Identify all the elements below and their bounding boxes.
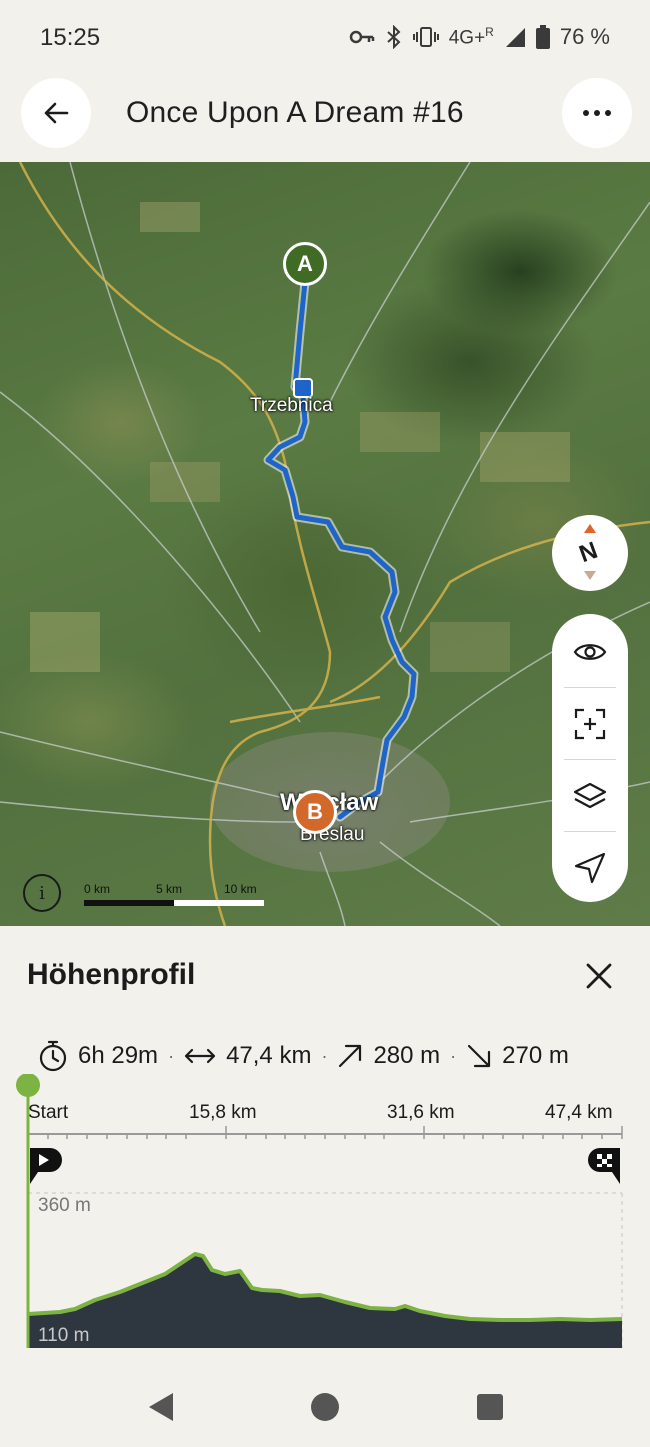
nav-recents-button[interactable] <box>470 1387 510 1427</box>
map-info-button[interactable]: i <box>23 874 61 912</box>
map-view[interactable]: Trzebnica Wrocław Breslau A B N i 0 km 5… <box>0 162 650 926</box>
distance-icon <box>184 1048 216 1064</box>
visibility-button[interactable] <box>552 616 628 688</box>
nav-recents-icon <box>477 1394 503 1420</box>
start-flag-icon <box>30 1148 62 1184</box>
compass-button[interactable]: N <box>552 515 628 591</box>
finish-flag-icon <box>588 1148 620 1184</box>
stat-descent: 270 m <box>466 1042 569 1070</box>
map-field <box>150 462 220 502</box>
info-icon: i <box>39 882 45 904</box>
map-field <box>30 612 100 672</box>
tour-stats: 6h 29m · 47,4 km · 280 m · 270 m <box>38 1038 648 1074</box>
close-icon <box>586 963 612 989</box>
scale-segment <box>84 900 174 906</box>
more-options-button[interactable] <box>562 78 632 148</box>
status-icons: 4G+R 76 % <box>349 24 610 50</box>
stopwatch-icon <box>39 1040 67 1072</box>
scale-label: 0 km <box>84 882 111 896</box>
back-button[interactable] <box>21 78 91 148</box>
duration-value: 6h 29m <box>78 1042 159 1069</box>
app-header: Once Upon A Dream #16 <box>0 78 650 162</box>
altitude-min-label: 110 m <box>38 1325 90 1346</box>
rail-line <box>69 162 261 633</box>
scale-bar: 0 km 5 km 10 km <box>84 882 264 906</box>
scale-segment <box>174 900 264 906</box>
status-time: 15:25 <box>40 24 101 51</box>
rail-line <box>329 162 471 403</box>
close-button[interactable] <box>582 959 616 993</box>
page-title: Once Upon A Dream #16 <box>126 96 464 129</box>
stat-separator: · <box>168 1045 175 1066</box>
end-marker[interactable]: B <box>293 790 337 834</box>
stat-separator: · <box>450 1045 457 1066</box>
nav-back-icon <box>149 1393 173 1421</box>
ascent-icon <box>339 1044 362 1068</box>
map-field <box>360 412 440 452</box>
status-bar: 15:25 4G+R 76 % <box>0 0 650 78</box>
start-marker[interactable]: A <box>283 242 327 286</box>
descent-icon <box>468 1044 491 1068</box>
map-field <box>430 622 510 672</box>
battery-icon <box>535 25 550 49</box>
scale-label: 5 km <box>156 882 183 896</box>
more-horizontal-icon <box>583 110 611 116</box>
scale-label: 10 km <box>224 882 257 896</box>
sheet-title: Höhenprofil <box>27 958 196 991</box>
signal-icon <box>505 28 525 47</box>
vpn-key-icon <box>349 30 374 44</box>
map-field <box>480 432 570 482</box>
nav-home-button[interactable] <box>305 1387 345 1427</box>
elevation-profile-graph <box>16 1074 623 1348</box>
descent-value: 270 m <box>502 1042 569 1069</box>
stat-ascent: 280 m <box>337 1042 440 1070</box>
eye-icon <box>573 644 607 660</box>
bluetooth-icon <box>387 25 401 49</box>
place-label-trzebnica: Trzebnica <box>250 395 333 416</box>
rail-line <box>0 391 301 723</box>
vibrate-icon <box>412 27 439 47</box>
distance-value: 47,4 km <box>226 1042 312 1069</box>
stat-duration: 6h 29m <box>38 1040 158 1072</box>
recenter-button[interactable] <box>552 688 628 760</box>
elevation-chart[interactable]: Start 15,8 km 31,6 km 47,4 km 360 m 110 … <box>0 1074 650 1354</box>
recenter-icon <box>574 708 606 740</box>
nav-back-button[interactable] <box>140 1387 180 1427</box>
layers-button[interactable] <box>552 760 628 832</box>
navigate-button[interactable] <box>552 832 628 904</box>
system-nav-bar <box>0 1365 650 1447</box>
nav-home-icon <box>311 1393 339 1421</box>
arrow-left-icon <box>44 102 69 124</box>
network-type: 4G+R <box>448 24 494 49</box>
map-controls <box>552 614 628 902</box>
layers-icon <box>573 782 607 809</box>
altitude-max-label: 360 m <box>38 1195 91 1216</box>
stat-distance: 47,4 km <box>184 1042 311 1070</box>
map-field <box>140 202 200 232</box>
elevation-area <box>28 1254 622 1348</box>
battery-level: 76 % <box>559 24 610 49</box>
ascent-value: 280 m <box>373 1042 441 1069</box>
navigate-icon <box>574 852 606 884</box>
stat-separator: · <box>321 1045 328 1066</box>
road <box>229 695 381 724</box>
position-cursor-dot <box>16 1074 40 1097</box>
